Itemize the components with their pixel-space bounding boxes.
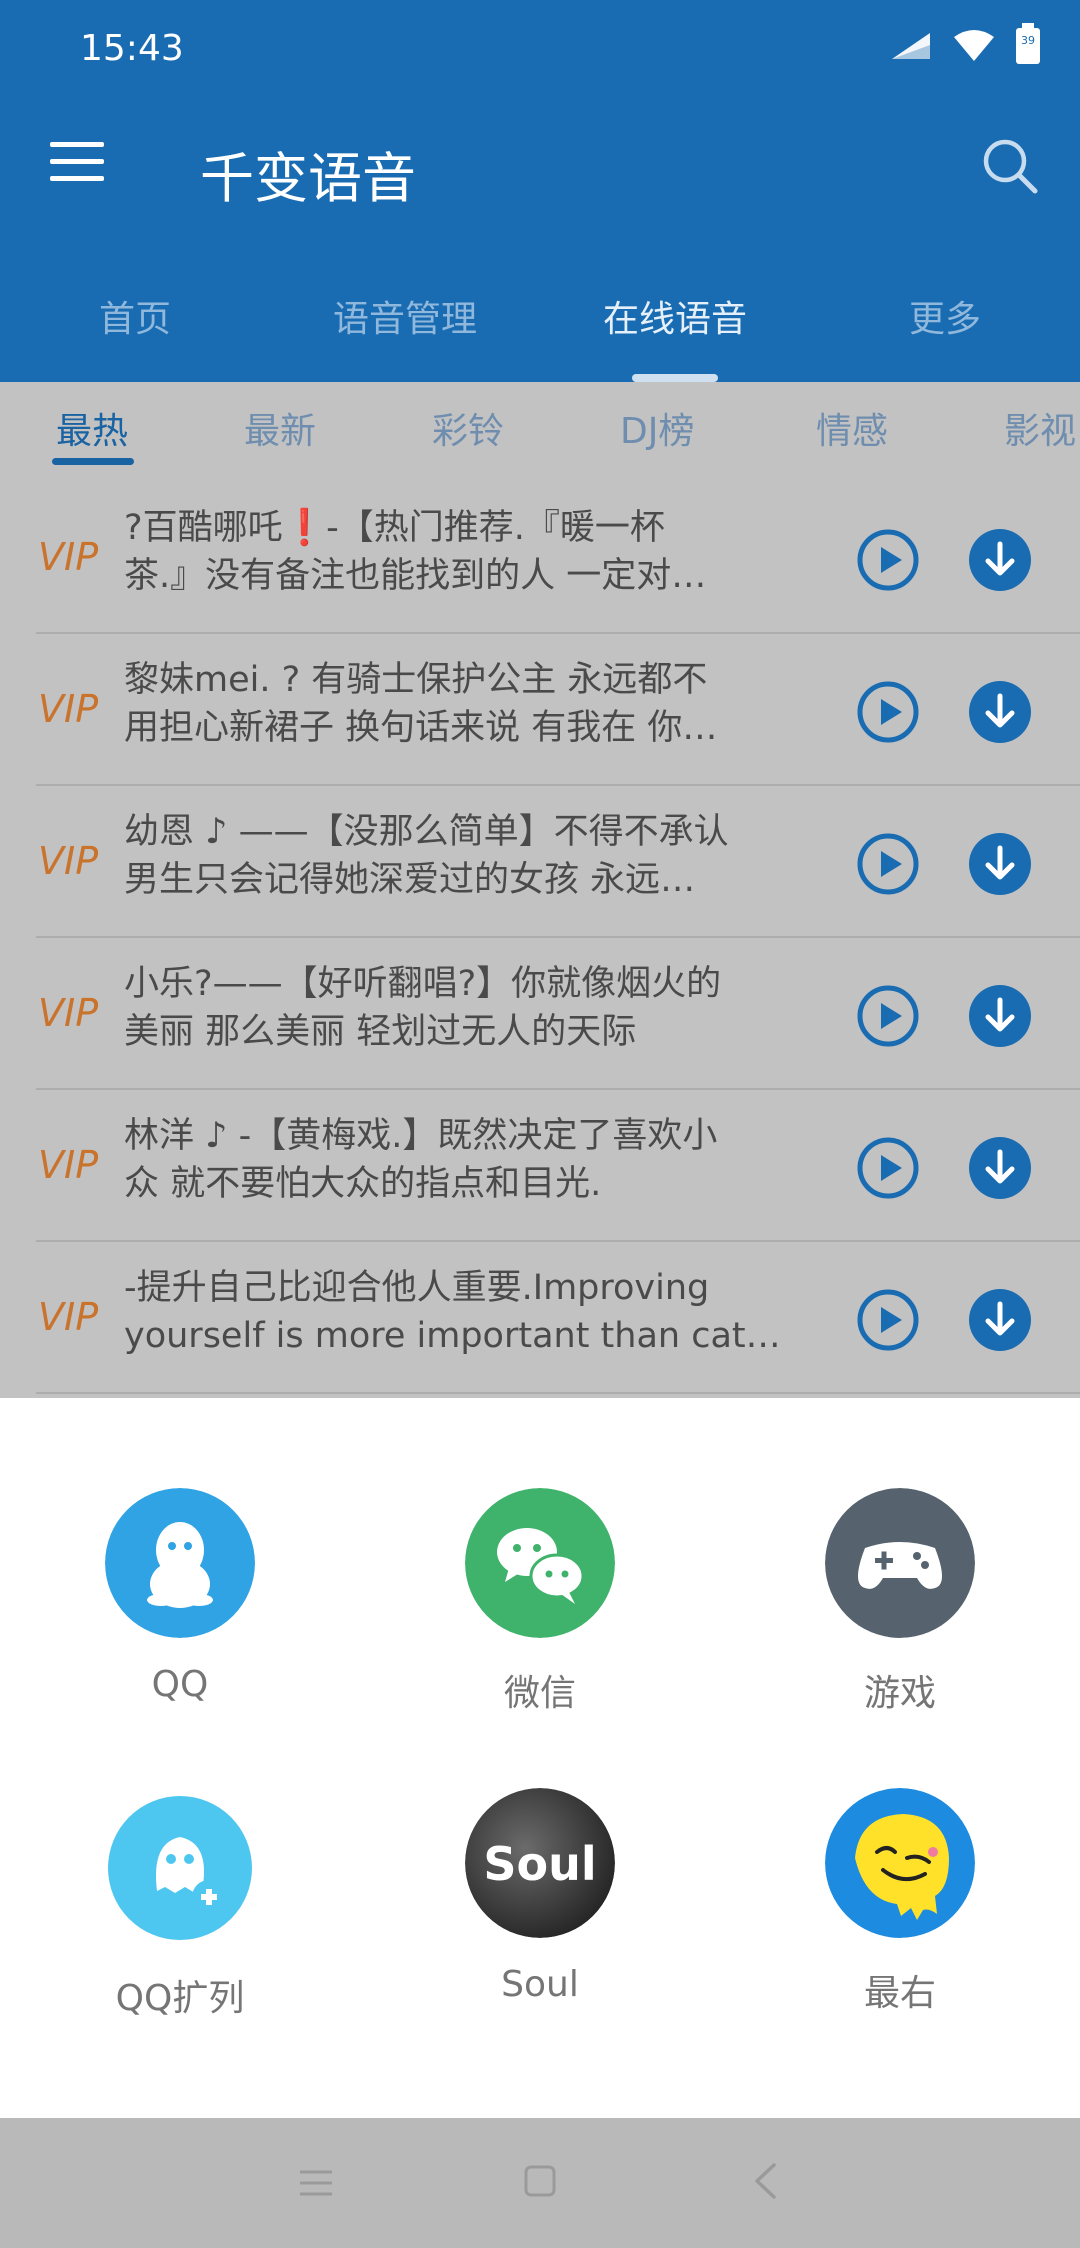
battery-level: 39	[1021, 34, 1035, 47]
status-icons: 39	[890, 23, 1040, 64]
share-qq-kuolie-label: QQ扩列	[115, 1978, 245, 2019]
qq-icon[interactable]	[105, 1488, 255, 1638]
category-tab-new[interactable]: 最新	[244, 402, 316, 454]
download-icon[interactable]	[968, 1136, 1032, 1200]
svg-text:VIP: VIP	[38, 687, 98, 731]
vip-badge-icon: VIP	[38, 687, 98, 731]
play-icon[interactable]	[856, 680, 920, 744]
wechat-icon[interactable]	[465, 1488, 615, 1638]
menu-button[interactable]	[50, 142, 104, 182]
tab-more[interactable]: 更多	[810, 282, 1080, 382]
svg-text:VIP: VIP	[38, 991, 98, 1035]
share-sheet: QQ 微信 游戏 QQ扩列 Soul Soul 最右	[0, 1398, 1080, 2118]
signal-icon	[892, 33, 930, 59]
status-time: 15:43	[80, 28, 184, 69]
share-qq-kuolie[interactable]: QQ扩列	[30, 1793, 330, 2021]
category-tab-hot[interactable]: 最热	[56, 402, 128, 454]
download-icon[interactable]	[968, 832, 1032, 896]
hamburger-icon-bar	[50, 176, 104, 181]
gamepad-icon[interactable]	[825, 1488, 975, 1638]
play-icon[interactable]	[856, 1288, 920, 1352]
voice-list-item[interactable]: VIP 黎妹mei. ? 有骑士保护公主 永远都不 用担心新裙子 换句话来说 有…	[36, 634, 1080, 786]
share-game-label: 游戏	[863, 1673, 936, 1714]
category-tab-dj[interactable]: DJ榜	[620, 402, 694, 454]
hamburger-icon-bar	[50, 142, 104, 147]
tab-online-voice[interactable]: 在线语音	[540, 282, 810, 382]
category-tab-indicator	[52, 458, 134, 465]
svg-text:Soul: Soul	[483, 1837, 596, 1891]
system-nav-bar	[0, 2118, 1080, 2248]
category-tab-film[interactable]: 影视	[1004, 402, 1076, 454]
share-wechat-label: 微信	[503, 1673, 576, 1714]
voice-list-item[interactable]: VIP ?百酷哪吒❗-【热门推荐.『暖一杯 茶.』没有备注也能找到的人 一定对…	[36, 482, 1080, 634]
share-qq[interactable]: QQ	[30, 1488, 330, 1705]
svg-text:VIP: VIP	[38, 535, 98, 579]
vip-badge-icon: VIP	[38, 535, 98, 579]
share-soul[interactable]: Soul Soul	[390, 1788, 690, 2005]
play-icon[interactable]	[856, 1136, 920, 1200]
category-tabs: 最热 最新 彩铃 DJ榜 情感 影视	[0, 382, 1080, 482]
vip-badge-icon: VIP	[38, 1295, 98, 1339]
app-title: 千变语音	[200, 147, 416, 210]
voice-title: -提升自己比迎合他人重要.Improving yourself is more …	[124, 1268, 781, 1356]
share-wechat[interactable]: 微信	[390, 1488, 690, 1716]
wifi-icon	[954, 30, 994, 61]
svg-text:VIP: VIP	[38, 1295, 98, 1339]
share-qq-label: QQ	[151, 1664, 209, 1705]
voice-title: 小乐?——【好听翻唱?】你就像烟火的 美丽 那么美丽 轻划过无人的天际	[124, 964, 722, 1052]
qq-kuolie-icon[interactable]	[105, 1793, 255, 1943]
download-icon[interactable]	[968, 984, 1032, 1048]
vip-badge-icon: VIP	[38, 991, 98, 1035]
share-zuiyou-label: 最右	[863, 1973, 936, 2014]
voice-title: 林洋 ♪ -【黄梅戏.】既然决定了喜欢小 众 就不要怕大众的指点和目光.	[124, 1116, 718, 1204]
vip-badge-icon: VIP	[38, 1143, 98, 1187]
svg-text:VIP: VIP	[38, 839, 98, 883]
voice-title: 幼恩 ♪ ——【没那么简单】不得不承认 男生只会记得她深爱过的女孩 永远…	[124, 812, 729, 900]
soul-icon[interactable]: Soul	[465, 1788, 615, 1938]
voice-list-item[interactable]: VIP 小乐?——【好听翻唱?】你就像烟火的 美丽 那么美丽 轻划过无人的天际	[36, 938, 1080, 1090]
category-tab-ringtone[interactable]: 彩铃	[432, 402, 504, 454]
battery-icon: 39	[1016, 23, 1040, 64]
voice-list-item[interactable]: VIP -提升自己比迎合他人重要.Improving yourself is m…	[36, 1242, 1080, 1394]
tab-home[interactable]: 首页	[0, 282, 270, 382]
share-zuiyou[interactable]: 最右	[750, 1788, 1050, 2016]
zuiyou-icon[interactable]	[825, 1788, 975, 1938]
share-game[interactable]: 游戏	[750, 1488, 1050, 1716]
svg-text:VIP: VIP	[38, 1143, 98, 1187]
download-icon[interactable]	[968, 680, 1032, 744]
vip-badge-icon: VIP	[38, 839, 98, 883]
play-icon[interactable]	[856, 984, 920, 1048]
voice-title: ?百酷哪吒❗-【热门推荐.『暖一杯 茶.』没有备注也能找到的人 一定对…	[124, 508, 707, 596]
tab-voice-manage[interactable]: 语音管理	[270, 282, 540, 382]
app-bar: 15:43 39 千变语音 首页 语音管理 在线语音 更多	[0, 0, 1080, 382]
recent-apps-icon[interactable]	[298, 2168, 334, 2198]
share-soul-label: Soul	[501, 1964, 579, 2005]
voice-list-item[interactable]: VIP 幼恩 ♪ ——【没那么简单】不得不承认 男生只会记得她深爱过的女孩 永远…	[36, 786, 1080, 938]
download-icon[interactable]	[968, 1288, 1032, 1352]
home-icon[interactable]	[523, 2164, 557, 2198]
content-area: 最热 最新 彩铃 DJ榜 情感 影视 VIP ?百酷哪吒❗-【热门推荐.『暖一杯…	[0, 382, 1080, 1398]
voice-list-item[interactable]: VIP 林洋 ♪ -【黄梅戏.】既然决定了喜欢小 众 就不要怕大众的指点和目光.	[36, 1090, 1080, 1242]
category-tab-emotion[interactable]: 情感	[816, 402, 888, 454]
play-icon[interactable]	[856, 832, 920, 896]
search-icon[interactable]	[980, 136, 1040, 196]
voice-title: 黎妹mei. ? 有骑士保护公主 永远都不 用担心新裙子 换句话来说 有我在 你…	[124, 660, 718, 748]
main-tabs: 首页 语音管理 在线语音 更多	[0, 282, 1080, 382]
back-icon[interactable]	[752, 2162, 778, 2200]
play-icon[interactable]	[856, 528, 920, 592]
hamburger-icon-bar	[50, 159, 104, 164]
download-icon[interactable]	[968, 528, 1032, 592]
